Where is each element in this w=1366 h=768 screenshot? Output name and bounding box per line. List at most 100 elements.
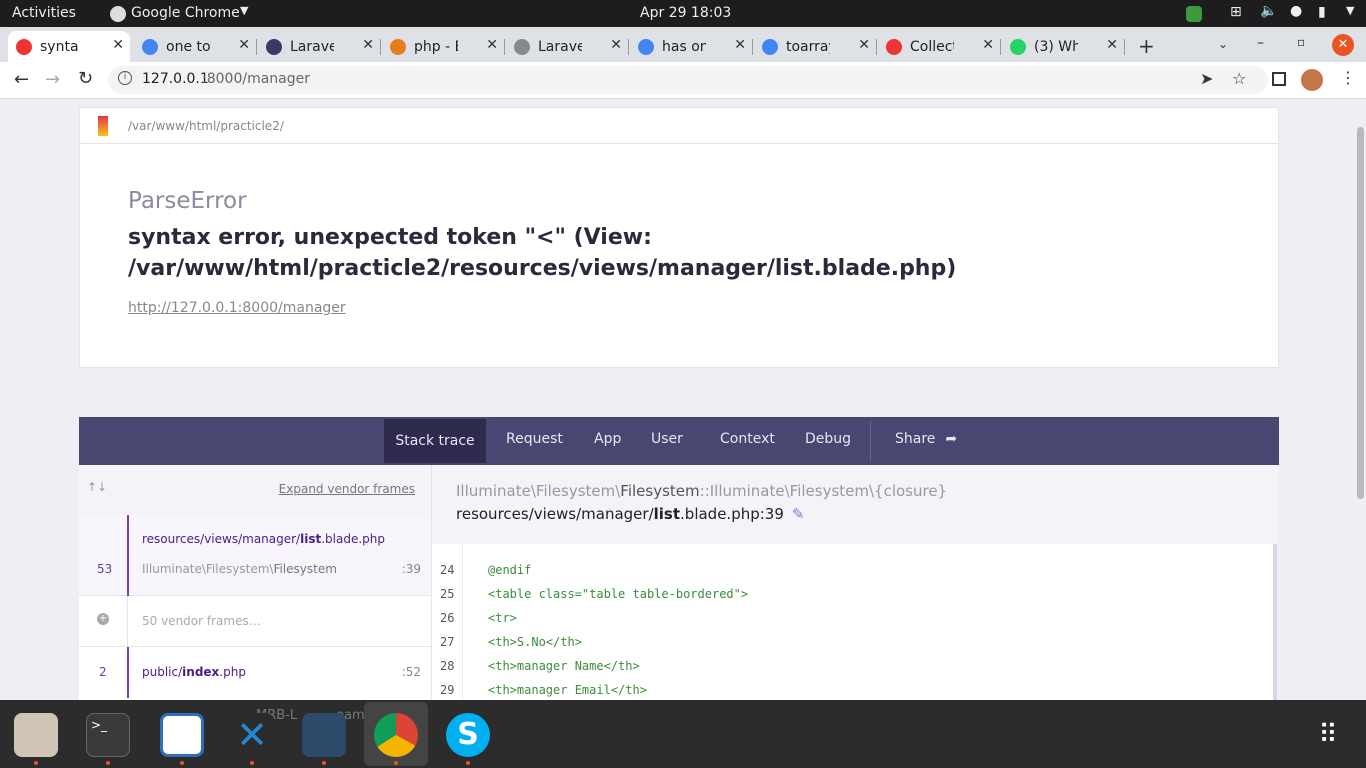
tab-separator: [1124, 39, 1125, 55]
close-window-icon[interactable]: ✕: [1332, 34, 1354, 56]
browser-tab[interactable]: has one r ✕: [630, 31, 753, 62]
send-icon[interactable]: ➤: [1200, 69, 1213, 88]
maximize-icon[interactable]: ▫: [1297, 35, 1305, 49]
nav-divider: [870, 421, 871, 461]
code-line: 27 <th>S.No</th>: [432, 630, 1272, 654]
exception-message: syntax error, unexpected token "<" (View…: [128, 222, 956, 284]
app-menu[interactable]: Google Chrome: [131, 5, 240, 21]
avatar[interactable]: [1301, 69, 1323, 91]
files-icon[interactable]: [14, 713, 58, 757]
network-icon[interactable]: ⊞: [1230, 4, 1242, 20]
close-tab-icon[interactable]: ✕: [858, 37, 870, 53]
page-scrollbar-thumb[interactable]: [1357, 127, 1364, 499]
mysql-workbench-icon[interactable]: [302, 713, 346, 757]
expand-vendor-frames-link[interactable]: Expand vendor frames: [279, 482, 415, 496]
chrome-dock-icon[interactable]: [374, 713, 418, 757]
code-line: 29 <th>manager Email</th>: [432, 678, 1272, 700]
close-tab-icon[interactable]: ✕: [112, 37, 124, 53]
reload-icon[interactable]: ↻: [78, 68, 93, 89]
frame-file: resources/views/manager/list.blade.php: [142, 532, 385, 546]
shield-icon[interactable]: [1186, 6, 1202, 22]
text-editor-icon[interactable]: [160, 713, 204, 757]
tab-debug[interactable]: Debug: [805, 417, 851, 461]
tab-label: synta: [40, 38, 79, 55]
terminal-icon[interactable]: >_: [86, 713, 130, 757]
browser-tab[interactable]: (3) What ✕: [1002, 31, 1125, 62]
menu-kebab-icon[interactable]: ⋮: [1340, 68, 1356, 87]
favicon-icon: [390, 38, 406, 55]
tab-request[interactable]: Request: [506, 417, 563, 461]
frame-number: 53: [97, 562, 113, 576]
skype-icon[interactable]: S: [446, 713, 490, 757]
close-tab-icon[interactable]: ✕: [238, 37, 250, 53]
forward-icon[interactable]: →: [45, 69, 60, 90]
new-tab-button[interactable]: +: [1138, 34, 1155, 58]
mic-icon[interactable]: ●: [1290, 3, 1302, 19]
tab-separator: [256, 39, 257, 55]
battery-icon[interactable]: ▮: [1318, 4, 1326, 20]
code-scrollbar[interactable]: [1273, 544, 1277, 700]
ignition-tab-nav: Stack trace Request App User Context Deb…: [79, 417, 1279, 465]
tab-label: toarray i: [786, 38, 830, 55]
exception-card: ParseError syntax error, unexpected toke…: [79, 143, 1279, 368]
tab-label: has one r: [662, 38, 706, 55]
browser-tab[interactable]: Laravel 8 ✕: [506, 31, 629, 62]
browser-tab[interactable]: Laravel E ✕: [258, 31, 381, 62]
star-icon[interactable]: ☆: [1232, 69, 1246, 88]
ubuntu-dock: MRB-L eam >_ ✕ S ⠿: [0, 700, 1366, 768]
line-number: 29: [440, 683, 455, 697]
tab-label: Laravel E: [290, 38, 334, 55]
clock[interactable]: Apr 29 18:03: [640, 5, 731, 21]
edit-pencil-icon[interactable]: ✎: [792, 505, 805, 523]
address-bar[interactable]: i 127.0.0.1:8000/manager ➤ ☆: [108, 66, 1268, 94]
tab-context[interactable]: Context: [720, 417, 775, 461]
row-divider: [127, 596, 128, 647]
frame-line: :39: [401, 562, 421, 576]
message-line-2: /var/www/html/practicle2/resources/views…: [128, 256, 957, 281]
tab-user[interactable]: User: [651, 417, 683, 461]
vscode-icon[interactable]: ✕: [230, 713, 274, 757]
code-line: 25 <table class="table table-bordered">: [432, 582, 1272, 606]
request-url-link[interactable]: http://127.0.0.1:8000/manager: [128, 300, 346, 316]
close-tab-icon[interactable]: ✕: [734, 37, 746, 53]
frame-item-selected[interactable]: 53 resources/views/manager/list.blade.ph…: [79, 515, 431, 596]
close-tab-icon[interactable]: ✕: [362, 37, 374, 53]
side-panel-icon[interactable]: [1272, 72, 1286, 86]
info-icon[interactable]: i: [118, 71, 132, 85]
code-line: 28 <th>manager Name</th>: [432, 654, 1272, 678]
system-menu-icon[interactable]: ▼: [1346, 4, 1354, 17]
browser-tab[interactable]: Collectio ✕: [878, 31, 1001, 62]
tab-label: Collectio: [910, 38, 954, 55]
close-tab-icon[interactable]: ✕: [1106, 37, 1118, 53]
running-indicator: [34, 761, 38, 765]
activities-button[interactable]: Activities: [12, 5, 76, 21]
browser-tab[interactable]: synta ✕: [8, 31, 130, 62]
tab-search-icon[interactable]: ⌄: [1218, 37, 1228, 51]
frame-item[interactable]: 2 public/index.php :52: [79, 647, 431, 698]
tab-label: php - Exa: [414, 38, 458, 55]
frame-number: 2: [99, 665, 107, 679]
frame-header-class: Illuminate\Filesystem\Filesystem::Illumi…: [456, 482, 948, 500]
plus-circle-icon: +: [97, 613, 109, 625]
close-tab-icon[interactable]: ✕: [982, 37, 994, 53]
browser-tab[interactable]: php - Exa ✕: [382, 31, 505, 62]
back-icon[interactable]: ←: [14, 69, 29, 90]
favicon-icon: [886, 38, 902, 55]
vendor-frames-row[interactable]: + 50 vendor frames…: [79, 596, 431, 647]
line-number: 26: [440, 611, 455, 625]
share-button[interactable]: Share ➦: [895, 417, 957, 461]
tab-app[interactable]: App: [594, 417, 621, 461]
tab-separator: [1000, 39, 1001, 55]
volume-icon[interactable]: 🔈: [1260, 3, 1277, 19]
close-tab-icon[interactable]: ✕: [610, 37, 622, 53]
arrow-up-down-icon[interactable]: ↑↓: [87, 480, 107, 494]
app-grid-icon[interactable]: ⠿: [1306, 713, 1350, 757]
close-tab-icon[interactable]: ✕: [486, 37, 498, 53]
line-number: 27: [440, 635, 455, 649]
browser-tab[interactable]: one to on ✕: [134, 31, 257, 62]
browser-tab[interactable]: toarray i ✕: [754, 31, 877, 62]
tab-stack-trace[interactable]: Stack trace: [384, 419, 486, 463]
minimize-icon[interactable]: –: [1257, 35, 1264, 51]
running-indicator: [394, 761, 398, 765]
chrome-icon: [110, 6, 126, 22]
